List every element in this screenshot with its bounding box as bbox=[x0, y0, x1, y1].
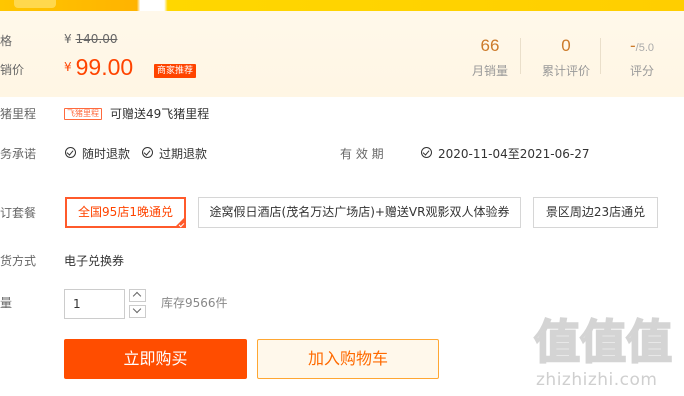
fliggy-miles-badge: 飞猪里程 bbox=[64, 108, 102, 120]
miles-text: 可赠送49飞猪里程 bbox=[110, 107, 210, 121]
watermark-logo: 值 值 值 bbox=[533, 315, 673, 372]
quantity-row-label: 量 bbox=[0, 296, 13, 310]
sale-price-label: 销价 bbox=[0, 63, 25, 77]
site-watermark: 值 值 值 zhizhizhi.com bbox=[530, 310, 684, 396]
check-circle-icon bbox=[65, 147, 76, 158]
delivery-method-value: 电子兑换券 bbox=[64, 254, 125, 268]
package-option-hotel-vr[interactable]: 途窝假日酒店(茂名万达广场店)+赠送VR观影双人体验券 bbox=[198, 197, 521, 228]
validity-label: 有 效 期 bbox=[340, 147, 384, 161]
chevron-down-icon bbox=[132, 304, 142, 314]
original-price-label: 格 bbox=[0, 34, 13, 48]
top-banner-tag bbox=[14, 0, 56, 8]
package-option-label: 全国95店1晚通兑 bbox=[78, 205, 173, 219]
service-row-label: 务承诺 bbox=[0, 147, 37, 161]
add-to-cart-button[interactable]: 加入购物车 bbox=[257, 339, 439, 379]
rating-stat: -/5.0 评分 bbox=[612, 36, 672, 79]
stat-divider bbox=[600, 38, 601, 74]
check-circle-icon bbox=[142, 147, 153, 158]
merchant-recommend-badge: 商家推荐 bbox=[154, 64, 197, 78]
sale-price: ¥99.00 bbox=[64, 54, 133, 81]
service-item-expired-refund: 过期退款 bbox=[159, 147, 208, 161]
package-option-label: 途窝假日酒店(茂名万达广场店)+赠送VR观影双人体验券 bbox=[209, 205, 510, 219]
buy-now-button[interactable]: 立即购买 bbox=[64, 339, 247, 379]
package-row-label: 订套餐 bbox=[0, 206, 37, 220]
total-reviews-label: 累计评价 bbox=[541, 64, 590, 78]
delivery-row-label: 货方式 bbox=[0, 254, 37, 268]
validity-value: 2020-11-04至2021-06-27 bbox=[438, 147, 590, 161]
stat-divider bbox=[520, 38, 521, 74]
service-item-refund-anytime: 随时退款 bbox=[82, 147, 131, 161]
quantity-input[interactable]: 1 bbox=[64, 289, 125, 319]
monthly-sales-value: 66 bbox=[480, 36, 500, 55]
rating-label: 评分 bbox=[629, 64, 654, 78]
sale-price-currency: ¥ bbox=[64, 60, 72, 74]
total-reviews-stat[interactable]: 0 累计评价 bbox=[536, 36, 596, 79]
quantity-decrease-button[interactable] bbox=[129, 304, 146, 318]
top-banner-gradient bbox=[0, 0, 684, 11]
top-banner-strip bbox=[0, 0, 684, 11]
sale-price-value: 99.00 bbox=[75, 54, 134, 80]
quantity-increase-button[interactable] bbox=[129, 289, 146, 302]
watermark-glyph: 值 bbox=[625, 315, 673, 369]
package-option-scenic[interactable]: 景区周边23店通兑 bbox=[533, 197, 658, 228]
watermark-glyph: 值 bbox=[533, 315, 581, 369]
monthly-sales-label: 月销量 bbox=[471, 64, 508, 78]
package-option-national[interactable]: 全国95店1晚通兑 bbox=[65, 197, 186, 228]
chevron-up-icon bbox=[132, 291, 142, 301]
rating-scale: /5.0 bbox=[635, 42, 655, 54]
original-price-currency: ¥ bbox=[64, 32, 72, 46]
total-reviews-value: 0 bbox=[561, 36, 571, 55]
watermark-glyph: 值 bbox=[579, 315, 627, 369]
package-option-label: 景区周边23店通兑 bbox=[545, 205, 646, 219]
check-circle-icon bbox=[421, 147, 432, 158]
original-price: ¥ 140.00 bbox=[64, 32, 117, 46]
rating-value: -/5.0 bbox=[612, 36, 672, 58]
original-price-value: 140.00 bbox=[75, 32, 118, 46]
watermark-domain: zhizhizhi.com bbox=[536, 370, 658, 390]
monthly-sales-stat: 66 月销量 bbox=[460, 36, 520, 79]
stock-count: 库存9566件 bbox=[161, 296, 228, 310]
miles-row-label: 猪里程 bbox=[0, 107, 37, 121]
